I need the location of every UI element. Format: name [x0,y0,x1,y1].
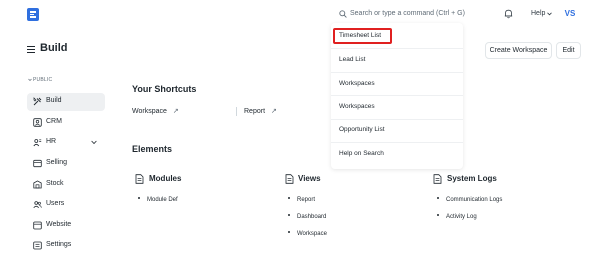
search-result-workspaces[interactable]: Workspaces [331,76,463,92]
link-label: Communication Logs [446,197,503,203]
shortcut-report[interactable]: Report ↗ [244,107,277,115]
users-icon [33,201,42,209]
link-report[interactable]: Report [288,197,315,203]
sidebar-item-label: HR [46,138,57,145]
link-label: Workspace [297,231,327,237]
app-logo[interactable] [27,8,39,21]
sidebar-item-stock[interactable]: Stock [27,176,105,194]
arrow-up-right-icon: ↗ [172,108,179,115]
shortcuts-heading: Your Shortcuts [132,84,197,94]
sidebar-item-label: Build [46,97,62,104]
sidebar-item-label: Settings [46,241,72,248]
logo-e-icon [30,11,36,18]
sidebar-item-settings[interactable]: Settings [27,237,105,255]
link-label: Dashboard [297,214,327,220]
card-title-modules: Modules [149,174,182,183]
result-label: Help on Search [339,150,384,157]
selling-icon [33,159,42,168]
search-result-timesheet-list[interactable]: Timesheet List [331,28,463,44]
arrow-up-right-icon: ↗ [270,108,277,115]
shortcut-divider [236,107,237,116]
shortcut-workspace[interactable]: Workspace ↗ [132,107,179,115]
sidebar-item-label: Selling [46,159,68,166]
sidebar-item-users[interactable]: Users [27,196,105,214]
elements-heading: Elements [132,144,173,154]
sidebar-item-label: CRM [46,118,62,125]
website-icon [33,221,42,230]
result-label: Workspaces [339,80,375,87]
result-label: Timesheet List [339,32,382,39]
separator [331,72,463,73]
file-icon [135,174,144,184]
link-module-def[interactable]: Module Def [138,197,178,203]
sidebar-item-label: Users [46,200,65,207]
notification-bell-icon[interactable] [504,9,513,19]
sidebar-item-build[interactable]: Build [27,93,105,111]
hr-icon [33,139,42,147]
sidebar-item-crm[interactable]: CRM [27,114,105,132]
bullet [288,214,290,217]
user-avatar[interactable]: VS [561,5,579,22]
shortcut-label: Report [244,108,266,115]
shortcut-label: Workspace [132,108,167,115]
bullet [138,197,140,200]
search-icon [339,10,347,18]
file-icon [433,174,442,184]
link-label: Activity Log [446,214,477,220]
separator [331,95,463,96]
tools-icon [33,97,42,106]
result-label: Opportunity List [339,126,385,133]
help-dropdown[interactable]: Help [531,10,545,17]
link-label: Module Def [147,197,178,203]
separator [331,142,463,143]
search-result-workspaces-2[interactable]: Workspaces [331,99,463,115]
sidebar-item-label: Website [46,221,72,228]
search-results-dropdown: Timesheet List Lead List Workspaces Work… [331,23,463,169]
sidebar-item-label: Stock [46,180,64,187]
crm-icon [33,118,42,127]
search-result-help-on-search[interactable]: Help on Search [331,146,463,162]
edit-button[interactable]: Edit [556,42,581,59]
link-dashboard[interactable]: Dashboard [288,214,326,220]
bullet [437,197,439,200]
link-workspace[interactable]: Workspace [288,231,327,237]
bullet [288,231,290,234]
settings-icon [33,241,42,250]
card-title-system-logs: System Logs [447,174,497,183]
awesomebar-search-input[interactable]: Search or type a command (Ctrl + G) [350,10,465,17]
sidebar-toggle-icon[interactable] [27,46,35,54]
chevron-down-icon[interactable] [91,140,97,145]
search-result-lead-list[interactable]: Lead List [331,52,463,68]
sidebar-item-hr[interactable]: HR [27,134,105,152]
sidebar-item-website[interactable]: Website [27,217,105,235]
bullet [288,197,290,200]
sidebar-section-label[interactable]: PUBLIC [33,77,52,83]
sidebar-item-selling[interactable]: Selling [27,155,105,173]
separator [331,48,463,49]
card-title-views: Views [298,174,321,183]
result-label: Lead List [339,56,366,63]
link-activity-log[interactable]: Activity Log [437,214,477,220]
chevron-down-icon[interactable] [28,78,32,82]
create-workspace-button[interactable]: Create Workspace [485,42,552,59]
chevron-down-icon[interactable] [547,12,552,16]
page-title: Build [40,42,68,54]
separator [331,119,463,120]
search-result-opportunity-list[interactable]: Opportunity List [331,122,463,138]
bullet [437,214,439,217]
link-label: Report [297,197,316,203]
stock-icon [33,180,42,189]
file-icon [285,174,294,184]
link-communication-logs[interactable]: Communication Logs [437,197,502,203]
result-label: Workspaces [339,103,375,110]
